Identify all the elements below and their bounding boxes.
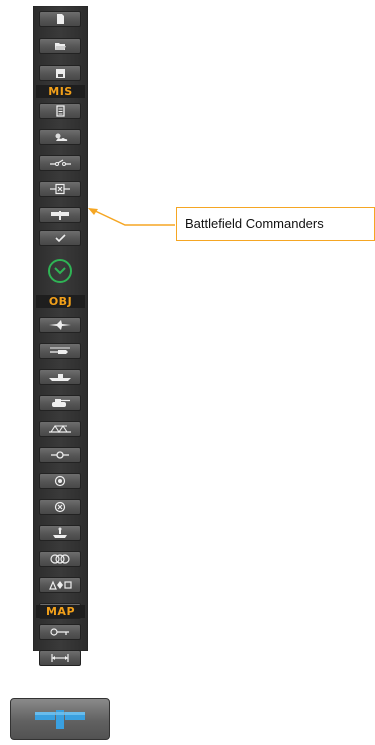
section-label-map: MAP [36, 605, 85, 618]
resource-manager-button[interactable] [39, 181, 81, 197]
section-label-mission: MIS [36, 85, 85, 98]
airplane-icon [49, 320, 71, 330]
key-icon [50, 628, 69, 636]
ruler-icon [51, 654, 69, 662]
add-ground-unit-button[interactable] [39, 395, 81, 411]
ground-unit-icon [52, 399, 70, 407]
ruler-button[interactable] [39, 650, 81, 666]
add-airplane-button[interactable] [39, 317, 81, 333]
zones-icon [50, 554, 70, 564]
waypoint-button[interactable] [39, 447, 81, 463]
target-button[interactable] [39, 473, 81, 489]
cancel-circle-icon [54, 501, 66, 513]
mission-ok-button[interactable] [48, 259, 72, 283]
target-icon [54, 475, 66, 487]
ship-icon [49, 374, 71, 381]
resource-manager-icon [50, 183, 70, 195]
waypoint-icon [51, 451, 69, 459]
farp-icon [53, 527, 67, 538]
farp-button[interactable] [39, 525, 81, 541]
helicopter-icon [50, 347, 70, 354]
callout-arrow [88, 208, 175, 226]
open-file-button[interactable] [39, 38, 81, 54]
add-ship-button[interactable] [39, 369, 81, 385]
cancel-zone-button[interactable] [39, 499, 81, 515]
weather-icon [55, 133, 68, 141]
save-button[interactable] [39, 65, 81, 81]
new-file-icon [57, 14, 64, 24]
briefing-button[interactable] [39, 103, 81, 119]
trigger-switch-icon [50, 159, 71, 166]
briefing-clipboard-icon [56, 105, 65, 117]
open-folder-icon [55, 43, 66, 50]
key-button[interactable] [39, 624, 81, 640]
static-bridge-icon [49, 425, 71, 433]
new-file-button[interactable] [39, 11, 81, 27]
weather-button[interactable] [39, 129, 81, 145]
triggers-button[interactable] [39, 155, 81, 171]
battlefield-commanders-icon [51, 211, 69, 220]
check-icon [55, 234, 66, 243]
zones-button[interactable] [39, 551, 81, 567]
editor-toolbar: MIS OBJ [33, 6, 88, 651]
shapes-icon [49, 580, 72, 590]
add-static-button[interactable] [39, 421, 81, 437]
shapes-button[interactable] [39, 577, 81, 593]
chevron-down-circle-icon [54, 267, 66, 275]
section-label-objects: OBJ [36, 295, 85, 308]
check-mission-button[interactable] [39, 230, 81, 246]
add-helicopter-button[interactable] [39, 343, 81, 359]
zoomed-button-detail [10, 698, 110, 740]
battlefield-commanders-button[interactable] [39, 207, 81, 223]
callout-label: Battlefield Commanders [176, 207, 375, 241]
battlefield-commanders-icon [35, 710, 85, 729]
save-disk-icon [56, 69, 65, 78]
